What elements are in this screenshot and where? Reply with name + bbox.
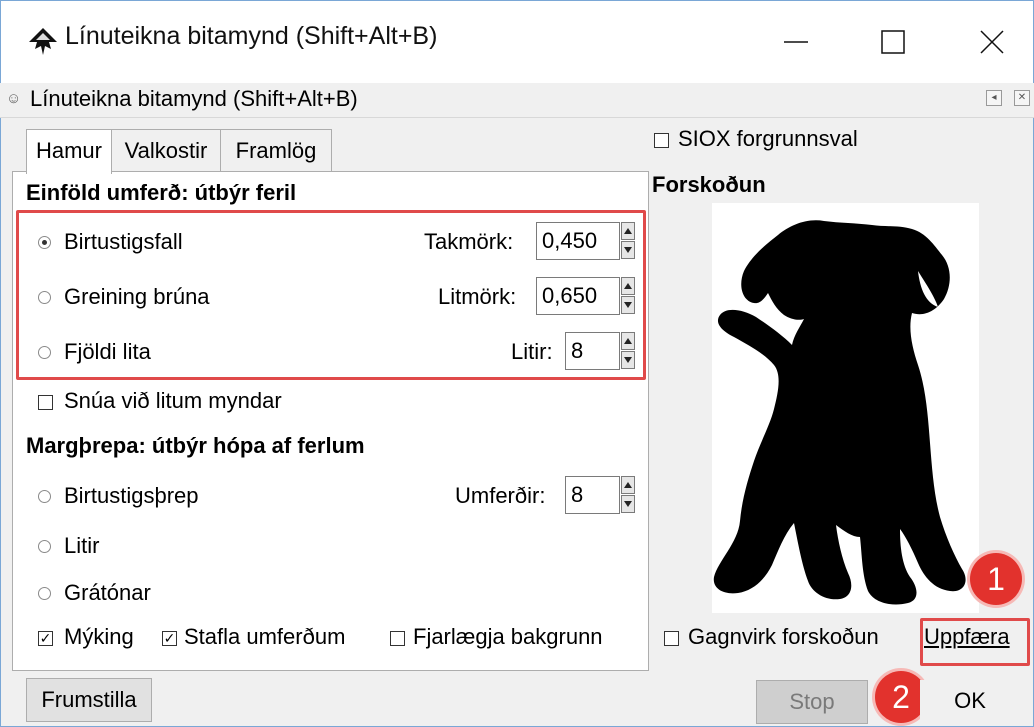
scans-stepper[interactable] <box>621 476 635 514</box>
threshold-down-icon[interactable] <box>621 241 635 259</box>
multi-scan-title: Margþrepa: útbýr hópa af ferlum <box>26 433 365 458</box>
stack-scans-label: Stafla umferðum <box>184 624 346 649</box>
reset-button[interactable]: Frumstilla <box>26 678 152 722</box>
edge-detection-label: Greining brúna <box>64 284 210 309</box>
tab-credits[interactable]: Framlög <box>220 129 332 172</box>
scans-up-icon[interactable] <box>621 476 635 494</box>
colors-count-up-icon[interactable] <box>621 332 635 350</box>
remove-background-label: Fjarlægja bakgrunn <box>413 624 603 649</box>
invert-label: Snúa við litum myndar <box>64 388 282 413</box>
color-quantization-label: Fjöldi lita <box>64 339 151 364</box>
grays-label: Grátónar <box>64 580 151 605</box>
preview-title: Forskoðun <box>652 172 766 197</box>
stack-scans-checkbox[interactable]: ✓ <box>162 631 177 646</box>
stop-button[interactable]: Stop <box>756 680 868 724</box>
multi-colors-radio[interactable] <box>38 540 51 553</box>
dog-silhouette-image <box>713 220 966 605</box>
preview-image <box>712 203 979 613</box>
scans-spinbox[interactable]: 8 <box>565 476 620 514</box>
dock-title: Línuteikna bitamynd (Shift+Alt+B) <box>30 86 358 111</box>
grays-radio[interactable] <box>38 587 51 600</box>
tab-options[interactable]: Valkostir <box>110 129 222 172</box>
colors-count-label: Litir: <box>511 339 553 364</box>
update-button[interactable]: Uppfæra <box>924 624 1010 650</box>
color-threshold-spinbox[interactable]: 0,650 <box>536 277 620 315</box>
threshold-label: Takmörk: <box>424 229 514 254</box>
dock-handle-icon[interactable]: ☺ <box>6 90 21 107</box>
tab-credits-label: Framlög <box>235 138 317 163</box>
scans-label: Umferðir: <box>455 483 546 508</box>
colors-count-spinbox[interactable]: 8 <box>565 332 620 370</box>
scans-down-icon[interactable] <box>621 495 635 513</box>
color-threshold-label: Litmörk: <box>438 284 517 309</box>
siox-checkbox[interactable] <box>654 133 669 148</box>
invert-checkbox[interactable] <box>38 395 53 410</box>
ok-button[interactable]: OK <box>920 680 1020 724</box>
brightness-cutoff-label: Birtustigsfall <box>64 229 183 254</box>
tab-mode-label: Hamur <box>35 138 102 163</box>
threshold-spinbox[interactable]: 0,450 <box>536 222 620 260</box>
edge-detection-radio[interactable] <box>38 291 51 304</box>
live-preview-checkbox[interactable] <box>664 631 679 646</box>
remove-background-checkbox[interactable] <box>390 631 405 646</box>
colors-count-stepper[interactable] <box>621 332 635 370</box>
maximize-icon[interactable] <box>873 22 913 62</box>
color-threshold-stepper[interactable] <box>621 277 635 315</box>
tab-options-label: Valkostir <box>124 138 208 163</box>
step-badge-1: 1 <box>970 553 1022 605</box>
dock-close-icon[interactable]: ✕ <box>1014 90 1030 106</box>
inkscape-app-icon <box>29 28 57 55</box>
smooth-checkbox[interactable]: ✓ <box>38 631 53 646</box>
window-title: Línuteikna bitamynd (Shift+Alt+B) <box>65 22 438 50</box>
siox-label: SIOX forgrunnsval <box>678 126 858 151</box>
close-icon[interactable] <box>972 22 1012 62</box>
color-quantization-radio[interactable] <box>38 346 51 359</box>
color-threshold-up-icon[interactable] <box>621 277 635 295</box>
brightness-steps-label: Birtustigsþrep <box>64 483 199 508</box>
threshold-up-icon[interactable] <box>621 222 635 240</box>
single-scan-title: Einföld umferð: útbýr feril <box>26 180 297 205</box>
brightness-cutoff-radio[interactable] <box>38 236 51 249</box>
smooth-label: Mýking <box>64 624 134 649</box>
threshold-stepper[interactable] <box>621 222 635 260</box>
iconify-icon[interactable]: ◂ <box>986 90 1002 106</box>
color-threshold-down-icon[interactable] <box>621 296 635 314</box>
live-preview-label: Gagnvirk forskoðun <box>688 624 879 649</box>
multi-colors-label: Litir <box>64 533 100 558</box>
brightness-steps-radio[interactable] <box>38 490 51 503</box>
minimize-icon[interactable] <box>776 22 816 62</box>
colors-count-down-icon[interactable] <box>621 351 635 369</box>
tab-mode[interactable]: Hamur <box>26 129 112 174</box>
